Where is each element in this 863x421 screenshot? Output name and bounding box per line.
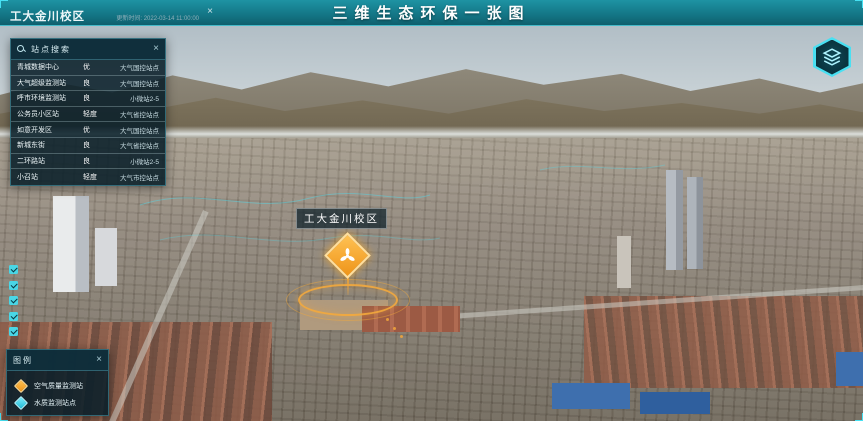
station-list-item[interactable]: 公务员小区站轻度大气省控站点	[11, 107, 165, 123]
station-name: 二环路站	[17, 156, 83, 166]
station-list-item[interactable]: 小召站轻度大气市控站点	[11, 169, 165, 185]
building	[687, 177, 703, 269]
building	[617, 236, 631, 288]
layers-icon	[820, 46, 844, 68]
station-name: 新城东街	[17, 140, 83, 150]
panel-corner	[855, 413, 863, 421]
checkbox-checked-icon[interactable]	[9, 296, 18, 305]
app-title: 三维生态环保一张图	[332, 2, 530, 23]
legend-panel-header: 图例 ×	[7, 350, 108, 371]
station-grade: 轻度	[83, 109, 105, 119]
warehouse-blue	[836, 352, 863, 386]
legend-item: 空气质量监测站	[16, 381, 99, 391]
station-list-item[interactable]: 呼市环境监测站良小微站2-5	[11, 91, 165, 107]
station-grade: 优	[83, 125, 105, 135]
layers-toggle-button[interactable]	[813, 37, 851, 77]
station-panel-header: 站点搜索 ×	[11, 39, 165, 60]
station-list-item[interactable]: 二环路站良小微站2-5	[11, 154, 165, 170]
legend-panel-title: 图例	[13, 355, 96, 366]
building	[666, 170, 683, 270]
air-station-marker-icon	[14, 379, 28, 393]
station-search-panel: 站点搜索 × 青城数据中心优大气国控站点大气超级监测站良大气国控站点呼市环境监测…	[10, 38, 166, 186]
legend-item-label: 空气质量监测站	[34, 381, 83, 391]
red-roof-blocks-right	[584, 296, 863, 388]
close-icon[interactable]: ×	[207, 6, 213, 17]
map-legend-panel: 图例 × 空气质量监测站水质监测站点	[6, 349, 109, 416]
station-type: 大气省控站点	[105, 140, 159, 150]
warehouse-blue	[552, 383, 630, 409]
search-icon	[17, 45, 26, 54]
checkbox-checked-icon[interactable]	[9, 265, 18, 274]
station-list: 青城数据中心优大气国控站点大气超级监测站良大气国控站点呼市环境监测站良小微站2-…	[11, 60, 165, 185]
station-name: 工大金川校区	[10, 8, 85, 24]
station-type: 大气市控站点	[105, 172, 159, 182]
station-name: 如意开发区	[17, 125, 83, 135]
station-type: 大气省控站点	[105, 109, 159, 119]
legend-item: 水质监测站点	[16, 398, 99, 408]
station-grade: 良	[83, 78, 105, 88]
detail-header: 工大金川校区 更新时间: 2022-03-14 11:00:00 ×	[1, 1, 220, 24]
marker-trail-dot	[386, 318, 389, 321]
station-grade: 良	[83, 93, 105, 103]
marker-trail-dot	[393, 327, 396, 330]
close-icon[interactable]: ×	[96, 355, 102, 365]
legend-item-label: 水质监测站点	[34, 398, 76, 408]
station-marker-label[interactable]: 工大金川校区	[296, 208, 387, 229]
building	[53, 196, 89, 292]
station-name: 青城数据中心	[17, 62, 83, 72]
update-time-value: 2022-03-14 11:00:00	[144, 16, 199, 22]
warehouse-blue	[640, 392, 710, 414]
checkbox-checked-icon[interactable]	[9, 281, 18, 290]
station-list-item[interactable]: 新城东街良大气省控站点	[11, 138, 165, 154]
station-list-item[interactable]: 大气超级监测站良大气国控站点	[11, 76, 165, 92]
station-type: 大气国控站点	[105, 125, 159, 135]
map-application: 工大金川校区 三维生态环保一张图 站点搜索 × 青城数据中心优大气国控站点大气超…	[0, 0, 863, 421]
station-grade: 轻度	[83, 172, 105, 182]
station-type: 大气国控站点	[105, 62, 159, 72]
station-list-item[interactable]: 青城数据中心优大气国控站点	[11, 60, 165, 76]
checkbox-checked-icon[interactable]	[9, 327, 18, 336]
marker-trail-dot	[400, 335, 403, 338]
update-time-label: 更新时间:	[116, 16, 142, 22]
station-panel-title: 站点搜索	[31, 44, 153, 55]
update-time: 更新时间: 2022-03-14 11:00:00	[116, 13, 199, 22]
station-type: 小微站2-5	[105, 93, 159, 103]
station-name: 呼市环境监测站	[17, 93, 83, 103]
station-grade: 优	[83, 62, 105, 72]
pinwheel-icon	[339, 247, 357, 265]
station-name: 公务员小区站	[17, 109, 83, 119]
checkbox-checked-icon[interactable]	[9, 312, 18, 321]
station-name: 小召站	[17, 172, 83, 182]
legend-items: 空气质量监测站水质监测站点	[7, 371, 108, 411]
water-station-marker-icon	[14, 396, 28, 410]
station-list-item[interactable]: 如意开发区优大气国控站点	[11, 122, 165, 138]
panel-corner	[855, 0, 863, 8]
building	[95, 228, 117, 286]
station-name: 大气超级监测站	[17, 78, 83, 88]
station-grade: 良	[83, 140, 105, 150]
station-grade: 良	[83, 156, 105, 166]
station-type: 小微站2-5	[105, 156, 159, 166]
close-icon[interactable]: ×	[153, 44, 159, 54]
station-type: 大气国控站点	[105, 78, 159, 88]
building	[362, 306, 460, 332]
